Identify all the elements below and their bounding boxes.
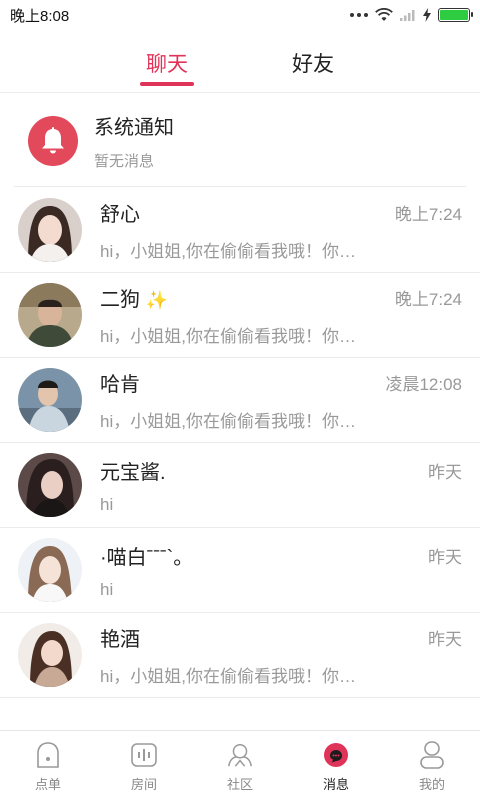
avatar [18, 283, 82, 347]
charging-icon [423, 8, 431, 22]
chat-message-preview: hi，小姐姐,你在偷偷看我哦！你想和我聊天吗 [100, 667, 368, 686]
battery-icon [438, 8, 473, 22]
chat-time: 凌晨12:08 [385, 375, 462, 394]
chat-name: ·喵白ˉˉˉ`。 [100, 546, 194, 569]
chat-message-preview: hi，小姐姐,你在偷偷看我哦！你想和我聊天吗 [100, 242, 368, 261]
nav-profile[interactable]: 我的 [384, 731, 480, 800]
chat-message-preview: hi [100, 579, 114, 599]
chat-time: 晚上7:24 [394, 290, 462, 309]
chat-time: 晚上7:24 [394, 205, 462, 224]
sparkle-icon: ✨ [145, 290, 168, 310]
chat-item[interactable]: 舒心 晚上7:24 hi，小姐姐,你在偷偷看我哦！你想和我聊天吗 [0, 188, 480, 273]
active-tab-indicator [140, 82, 194, 86]
room-icon [130, 741, 158, 769]
community-icon [226, 741, 254, 769]
tab-friends[interactable]: 好友 [240, 30, 386, 92]
chat-item[interactable]: 元宝酱. 昨天 hi [0, 443, 480, 528]
chat-name-wrapper: 二狗 ✨ [100, 283, 168, 312]
wifi-icon [375, 8, 393, 21]
avatar [18, 198, 82, 262]
chat-name: 二狗 [100, 289, 140, 311]
divider [14, 186, 466, 187]
chat-time: 昨天 [428, 547, 462, 567]
nav-order-label: 点单 [34, 777, 61, 792]
tab-friends-label: 好友 [292, 53, 334, 76]
avatar [18, 453, 82, 517]
chat-name: 舒心 [100, 204, 140, 226]
system-notice-subtitle: 暂无消息 [94, 152, 155, 170]
avatar [18, 623, 82, 687]
tab-chat-label: 聊天 [146, 53, 188, 76]
chat-message-preview: hi，小姐姐,你在偷偷看我哦！你想和我聊天吗 [100, 327, 368, 346]
avatar [18, 538, 82, 602]
avatar [18, 368, 82, 432]
signal-icon [400, 10, 415, 21]
chat-item[interactable]: 艳酒 昨天 hi，小姐姐,你在偷偷看我哦！你想和我聊天吗 [0, 613, 480, 698]
bell-icon [28, 115, 78, 166]
message-icon [322, 741, 350, 769]
nav-community-label: 社区 [226, 777, 253, 792]
chat-item[interactable]: 二狗 ✨ 晚上7:24 hi，小姐姐,你在偷偷看我哦！你想和我聊天吗 [0, 273, 480, 358]
more-dots-icon [350, 13, 368, 17]
chat-item[interactable]: ·喵白ˉˉˉ`。 昨天 hi [0, 528, 480, 613]
chat-list: 舒心 晚上7:24 hi，小姐姐,你在偷偷看我哦！你想和我聊天吗 二狗 ✨ [0, 188, 480, 698]
chat-time: 昨天 [428, 630, 462, 649]
chat-message-preview: hi，小姐姐,你在偷偷看我哦！你想和我聊天吗 [100, 412, 368, 431]
status-icons [350, 8, 473, 22]
system-notice-title: 系统通知 [94, 116, 174, 139]
nav-profile-label: 我的 [418, 777, 445, 792]
nav-community[interactable]: 社区 [192, 731, 288, 800]
nav-order[interactable]: 点单 [0, 731, 96, 800]
chat-name: 元宝酱. [100, 461, 166, 484]
status-time: 晚上8:08 [10, 7, 70, 25]
tab-chat[interactable]: 聊天 [94, 30, 240, 92]
chat-time: 昨天 [428, 462, 462, 482]
chat-message-preview: hi [100, 494, 114, 514]
nav-message[interactable]: 消息 [288, 731, 384, 800]
chat-name: 哈肯 [100, 374, 140, 396]
tab-bar: 聊天 好友 [0, 30, 480, 93]
chat-item[interactable]: 哈肯 凌晨12:08 hi，小姐姐,你在偷偷看我哦！你想和我聊天吗 [0, 358, 480, 443]
nav-room[interactable]: 房间 [96, 731, 192, 800]
bottom-nav: 点单 房间 社区 消息 我的 [0, 730, 480, 800]
system-notice-item[interactable]: 系统通知 暂无消息 [0, 94, 480, 187]
nav-room-label: 房间 [130, 777, 157, 792]
chat-name: 艳酒 [100, 629, 140, 651]
status-bar: 晚上8:08 [0, 0, 480, 30]
nav-message-label: 消息 [322, 777, 349, 792]
profile-icon [418, 741, 446, 769]
order-icon [34, 741, 62, 769]
